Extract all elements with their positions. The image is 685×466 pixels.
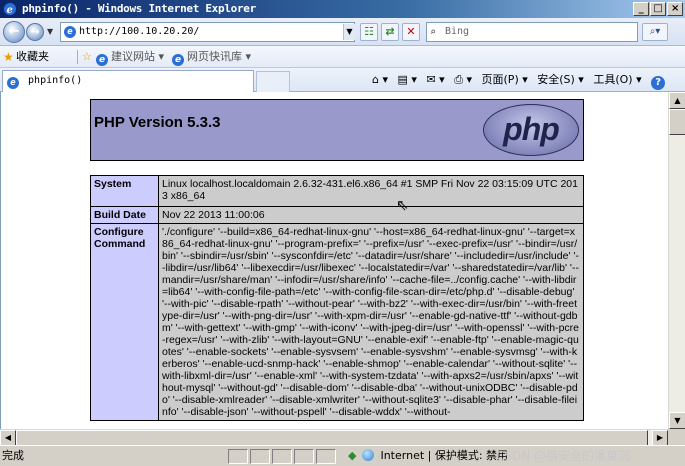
tab-title: phpinfo() <box>28 75 83 86</box>
shield-icon: ◆ <box>348 449 357 462</box>
page-menu-button[interactable]: 页面(P) ▾ <box>482 73 528 86</box>
row-label: Build Date <box>90 206 159 224</box>
address-dropdown-icon[interactable]: ▼ <box>343 24 355 40</box>
back-button[interactable]: ← <box>3 21 25 43</box>
search-icon: ⌕ <box>430 27 437 38</box>
compat-page-icon: ☷ <box>364 25 374 38</box>
table-row: Configure Command './configure' '--build… <box>90 223 584 421</box>
feeds-button[interactable]: ▤ ▾ <box>398 73 417 86</box>
ie-page-icon: e <box>172 54 184 66</box>
address-input[interactable]: e http://100.10.20.20/ <box>60 22 355 42</box>
vertical-scrollbar[interactable]: ▲ ▼ <box>668 92 685 429</box>
favorites-button[interactable]: 收藏夹 <box>16 46 49 68</box>
window-titlebar: e phpinfo() - Windows Internet Explorer … <box>0 0 685 18</box>
stop-button[interactable]: ✕ <box>402 23 420 41</box>
web-slice-gallery-link[interactable]: e 网页快讯库 ▾ <box>172 46 251 68</box>
row-label: System <box>90 175 159 207</box>
ie-logo-icon: e <box>4 3 16 16</box>
forward-arrow-icon: → <box>30 25 40 38</box>
favorites-bar: ★ 收藏夹 ☆ e 建议网站 ▾ e 网页快讯库 ▾ <box>0 46 685 68</box>
suggested-sites-link[interactable]: e 建议网站 ▾ <box>96 46 164 68</box>
tools-menu-button[interactable]: 工具(O) ▾ <box>593 73 641 86</box>
scroll-up-arrow-icon[interactable]: ▲ <box>669 92 685 109</box>
table-row: System Linux localhost.localdomain 2.6.3… <box>90 175 584 207</box>
search-magnifier-icon: ⌕▾ <box>649 26 661 37</box>
status-panel <box>294 449 314 464</box>
help-icon[interactable]: ? <box>651 76 666 90</box>
tab-phpinfo[interactable]: e phpinfo() <box>2 70 254 92</box>
scroll-down-arrow-icon[interactable]: ▼ <box>669 412 685 429</box>
status-panels <box>228 449 336 464</box>
favorites-star-icon[interactable]: ★ <box>3 46 14 68</box>
new-tab-button[interactable] <box>256 71 290 92</box>
vertical-scroll-thumb[interactable] <box>669 109 685 135</box>
scrollbar-corner <box>668 429 685 445</box>
ie-page-icon: e <box>96 54 108 66</box>
stop-x-icon: ✕ <box>406 25 416 38</box>
safety-menu-button[interactable]: 安全(S) ▾ <box>537 73 584 86</box>
add-favorites-icon[interactable]: ☆ <box>82 46 92 68</box>
table-row: Build Date Nov 22 2013 11:00:06 <box>90 206 584 224</box>
csdn-watermark: CSDN @搞安全的潘莫沉 <box>496 449 631 463</box>
status-panel <box>316 449 336 464</box>
phpinfo-table: System Linux localhost.localdomain 2.6.3… <box>90 175 584 421</box>
security-zone[interactable]: ◆ Internet | 保护模式: 禁用 <box>348 446 508 466</box>
horizontal-scroll-thumb[interactable] <box>16 430 648 446</box>
address-url: http://100.10.20.20/ <box>79 26 200 37</box>
php-version-title: PHP Version 5.3.3 <box>94 114 221 131</box>
favorites-divider <box>77 50 78 64</box>
history-dropdown-icon[interactable]: ▼ <box>47 27 53 36</box>
window-title: phpinfo() - Windows Internet Explorer <box>22 2 256 15</box>
forward-button[interactable]: → <box>26 23 44 41</box>
scroll-right-arrow-icon[interactable]: ▶ <box>652 430 668 446</box>
search-go-button[interactable]: ⌕▾ <box>642 23 668 41</box>
status-bar: 完成 ◆ Internet | 保护模式: 禁用 CSDN @搞安全的潘莫沉 <box>0 445 685 466</box>
page-viewport: PHP Version 5.3.3 php System Linux local… <box>0 92 668 429</box>
row-label: Configure Command <box>90 223 159 421</box>
minimize-button[interactable]: _ <box>633 2 649 16</box>
address-toolbar: ← → ▼ e http://100.10.20.20/ ▼ ☷ ⇄ ✕ ⌕ B… <box>0 18 685 46</box>
tab-page-icon: e <box>7 77 19 89</box>
svg-text:e: e <box>7 5 13 16</box>
horizontal-scrollbar[interactable]: ◀ ▶ <box>0 429 668 446</box>
page-icon: e <box>64 26 76 38</box>
refresh-button[interactable]: ⇄ <box>381 23 399 41</box>
refresh-icon: ⇄ <box>385 25 395 38</box>
row-value: Nov 22 2013 11:00:06 <box>158 206 584 224</box>
print-button[interactable]: ⎙ ▾ <box>454 73 472 86</box>
tab-bar: e phpinfo() ⌂ ▾ ▤ ▾ ✉ ▾ ⎙ ▾ 页面(P) ▾ 安全(S… <box>0 68 685 92</box>
mouse-cursor-icon: ⇖ <box>396 196 409 214</box>
scroll-left-arrow-icon[interactable]: ◀ <box>0 430 16 446</box>
search-input[interactable]: ⌕ Bing <box>426 22 638 42</box>
php-header-box: PHP Version 5.3.3 php <box>90 99 584 161</box>
mail-button[interactable]: ✉ ▾ <box>426 73 444 86</box>
status-panel <box>228 449 248 464</box>
command-bar: ⌂ ▾ ▤ ▾ ✉ ▾ ⎙ ▾ 页面(P) ▾ 安全(S) ▾ 工具(O) ▾ … <box>372 68 671 92</box>
maximize-button[interactable]: □ <box>650 2 666 16</box>
close-button[interactable]: × <box>667 2 683 16</box>
status-panel <box>272 449 292 464</box>
row-value: Linux localhost.localdomain 2.6.32-431.e… <box>158 175 584 207</box>
back-arrow-icon: ← <box>8 24 20 39</box>
search-placeholder: Bing <box>445 26 470 37</box>
status-panel <box>250 449 270 464</box>
globe-icon <box>361 449 374 461</box>
php-logo[interactable]: php <box>483 104 579 156</box>
row-value: './configure' '--build=x86_64-redhat-lin… <box>158 223 584 421</box>
compatibility-view-button[interactable]: ☷ <box>360 23 378 41</box>
status-text: 完成 <box>2 449 24 462</box>
home-button[interactable]: ⌂ ▾ <box>372 73 388 86</box>
